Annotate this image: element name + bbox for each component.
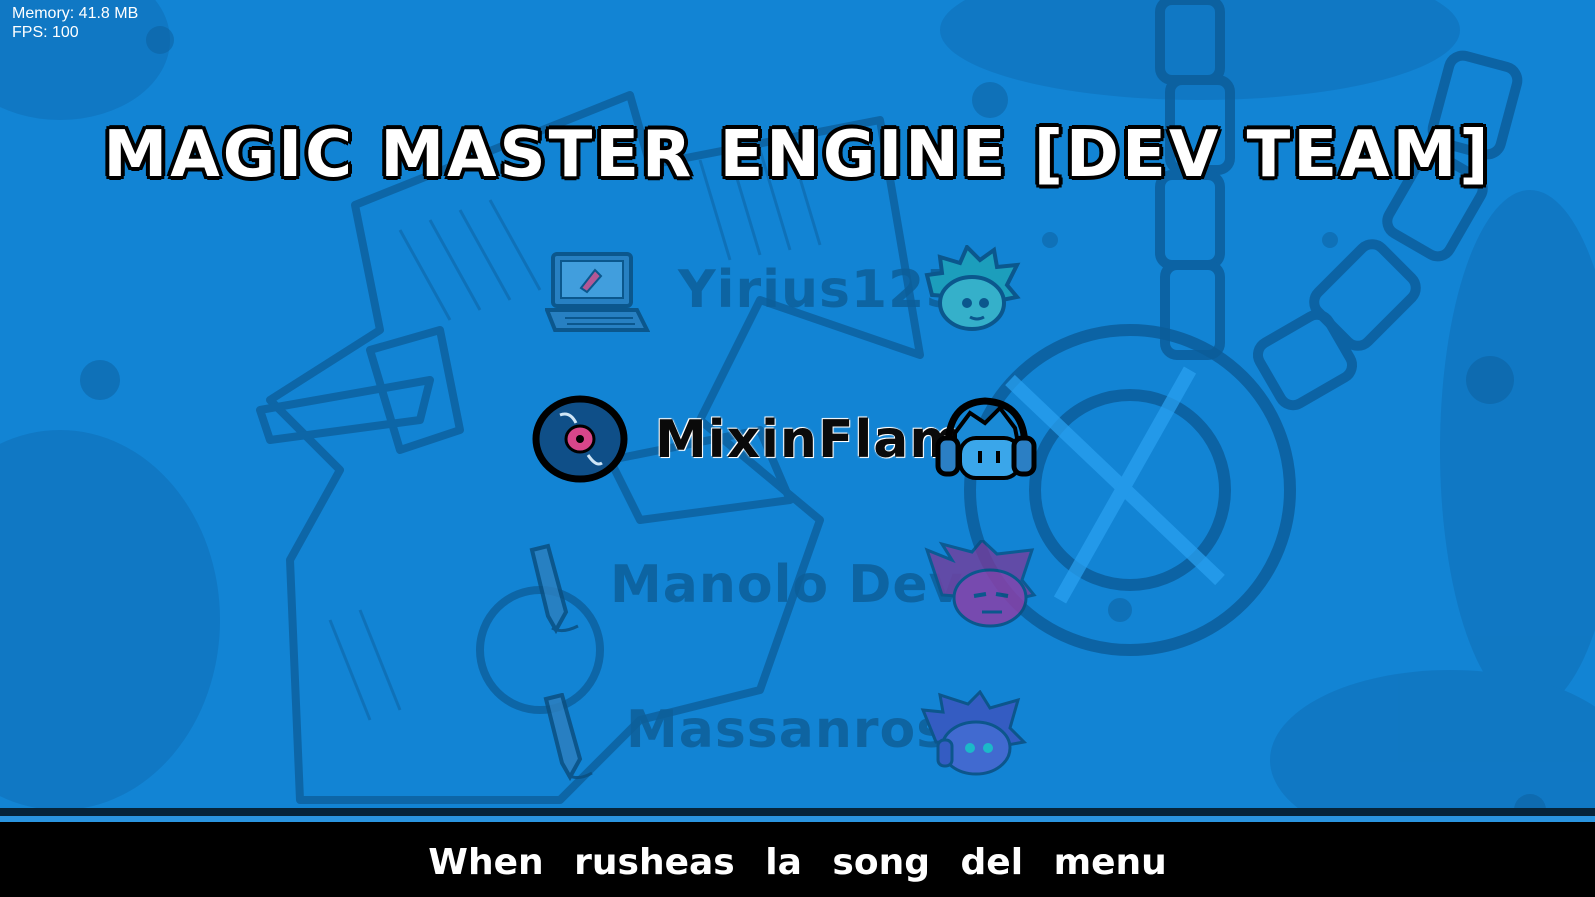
memory-readout: Memory: 41.8 MB bbox=[12, 5, 139, 22]
vinyl-disc-icon bbox=[532, 395, 628, 483]
pencil-icon bbox=[529, 543, 579, 635]
credit-row-yirius125[interactable]: Yirius125 bbox=[0, 235, 1595, 345]
green-spiky-hair-avatar-icon bbox=[924, 245, 1021, 331]
title-bracket-close: ] bbox=[1459, 118, 1492, 192]
page-title: MAGIC MASTER ENGINE [DEV TEAM] bbox=[0, 118, 1595, 192]
pencil-icon bbox=[543, 693, 593, 782]
credit-row-massanross[interactable]: Massanross bbox=[0, 675, 1595, 785]
footer-bar: When rusheas la song del menu bbox=[0, 822, 1595, 897]
credit-name: Manolo Dev bbox=[610, 555, 964, 615]
title-main: MAGIC MASTER ENGINE bbox=[103, 118, 1034, 192]
credit-row-mixinflame[interactable]: MixinFlame bbox=[0, 385, 1595, 495]
blue-hair-avatar-icon bbox=[920, 690, 1028, 776]
headphones-avatar-icon bbox=[935, 397, 1037, 480]
laptop-icon bbox=[545, 252, 650, 332]
title-team: DEV TEAM bbox=[1066, 118, 1460, 192]
purple-hair-avatar-icon bbox=[924, 540, 1037, 628]
credit-row-manolo-dev[interactable]: Manolo Dev bbox=[0, 530, 1595, 640]
footer-divider bbox=[0, 808, 1595, 816]
fps-readout: FPS: 100 bbox=[12, 24, 79, 41]
debug-overlay: Memory: 41.8 MB FPS: 100 bbox=[12, 4, 138, 42]
footer-caption: When rusheas la song del menu bbox=[428, 842, 1167, 883]
title-bracket-open: [ bbox=[1033, 118, 1066, 192]
credit-name: Yirius125 bbox=[678, 260, 963, 320]
